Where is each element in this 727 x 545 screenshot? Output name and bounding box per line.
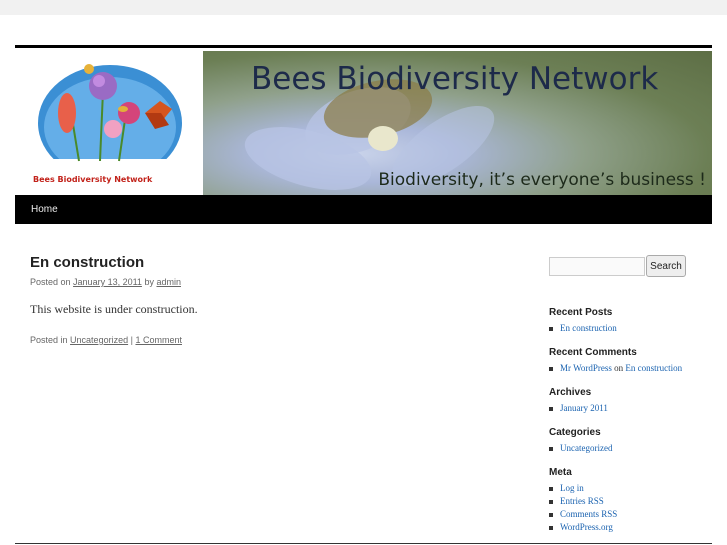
- list-item: Comments RSS: [549, 508, 709, 521]
- posted-on-label: Posted on: [30, 277, 71, 287]
- meta-widget: Meta Log in Entries RSS Comments RSS Wor…: [549, 467, 709, 534]
- list-item: January 2011: [549, 402, 709, 415]
- entries-rss-link[interactable]: Entries RSS: [560, 496, 604, 506]
- login-link[interactable]: Log in: [560, 483, 584, 493]
- list-item: WordPress.org: [549, 521, 709, 534]
- posted-in-label: Posted in: [30, 335, 68, 345]
- search-button[interactable]: Search: [646, 255, 686, 277]
- category-link[interactable]: Uncategorized: [70, 335, 128, 345]
- main-content: En construction Posted on January 13, 20…: [30, 254, 510, 345]
- separator: |: [130, 335, 133, 345]
- logo-text: Bees Biodiversity Network: [33, 175, 153, 184]
- main-navigation: Home: [15, 195, 712, 224]
- list-item: En construction: [549, 322, 709, 335]
- wordpress-org-link[interactable]: WordPress.org: [560, 522, 613, 532]
- site-logo[interactable]: Bees Biodiversity Network: [15, 51, 203, 198]
- archives-widget: Archives January 2011: [549, 387, 709, 415]
- pollen-image: [368, 126, 398, 151]
- categories-widget: Categories Uncategorized: [549, 427, 709, 455]
- post-date-link[interactable]: January 13, 2011: [73, 277, 142, 287]
- category-link[interactable]: Uncategorized: [560, 443, 612, 453]
- comments-rss-link[interactable]: Comments RSS: [560, 509, 617, 519]
- header: Bees Biodiversity Network Bees Biodivers…: [15, 45, 712, 198]
- list-item: Entries RSS: [549, 495, 709, 508]
- site-tagline: Biodiversity, it’s everyone’s business !: [378, 170, 706, 190]
- comments-link[interactable]: 1 Comment: [135, 335, 182, 345]
- widget-title: Categories: [549, 427, 601, 438]
- post-title[interactable]: En construction: [30, 254, 510, 271]
- list-item: Log in: [549, 482, 709, 495]
- post-content: This website is under construction.: [30, 302, 198, 316]
- widget-title: Recent Comments: [549, 347, 637, 358]
- list-item: Mr WordPress on En construction: [549, 362, 709, 375]
- widget-title: Archives: [549, 387, 592, 398]
- post-footer: Posted in Uncategorized | 1 Comment: [30, 335, 510, 345]
- nav-home-link[interactable]: Home: [31, 204, 58, 215]
- site-title[interactable]: Bees Biodiversity Network: [251, 61, 658, 97]
- footer-divider: [15, 543, 712, 544]
- widget-title: Meta: [549, 467, 572, 478]
- list-item: Uncategorized: [549, 442, 709, 455]
- post-meta: Posted on January 13, 2011 by admin: [30, 277, 510, 287]
- header-banner[interactable]: Bees Biodiversity Network Biodiversity, …: [203, 51, 712, 198]
- on-label: on: [614, 363, 624, 373]
- comment-author-link[interactable]: Mr WordPress: [560, 363, 612, 373]
- recent-post-link[interactable]: En construction: [560, 323, 617, 333]
- widget-title: Recent Posts: [549, 307, 613, 318]
- recent-comments-widget: Recent Comments Mr WordPress on En const…: [549, 347, 709, 375]
- author-link[interactable]: admin: [156, 277, 181, 287]
- comment-post-link[interactable]: En construction: [625, 363, 682, 373]
- search-input[interactable]: [549, 257, 645, 276]
- recent-posts-widget: Recent Posts En construction: [549, 307, 709, 335]
- archive-link[interactable]: January 2011: [560, 403, 608, 413]
- by-label: by: [144, 277, 154, 287]
